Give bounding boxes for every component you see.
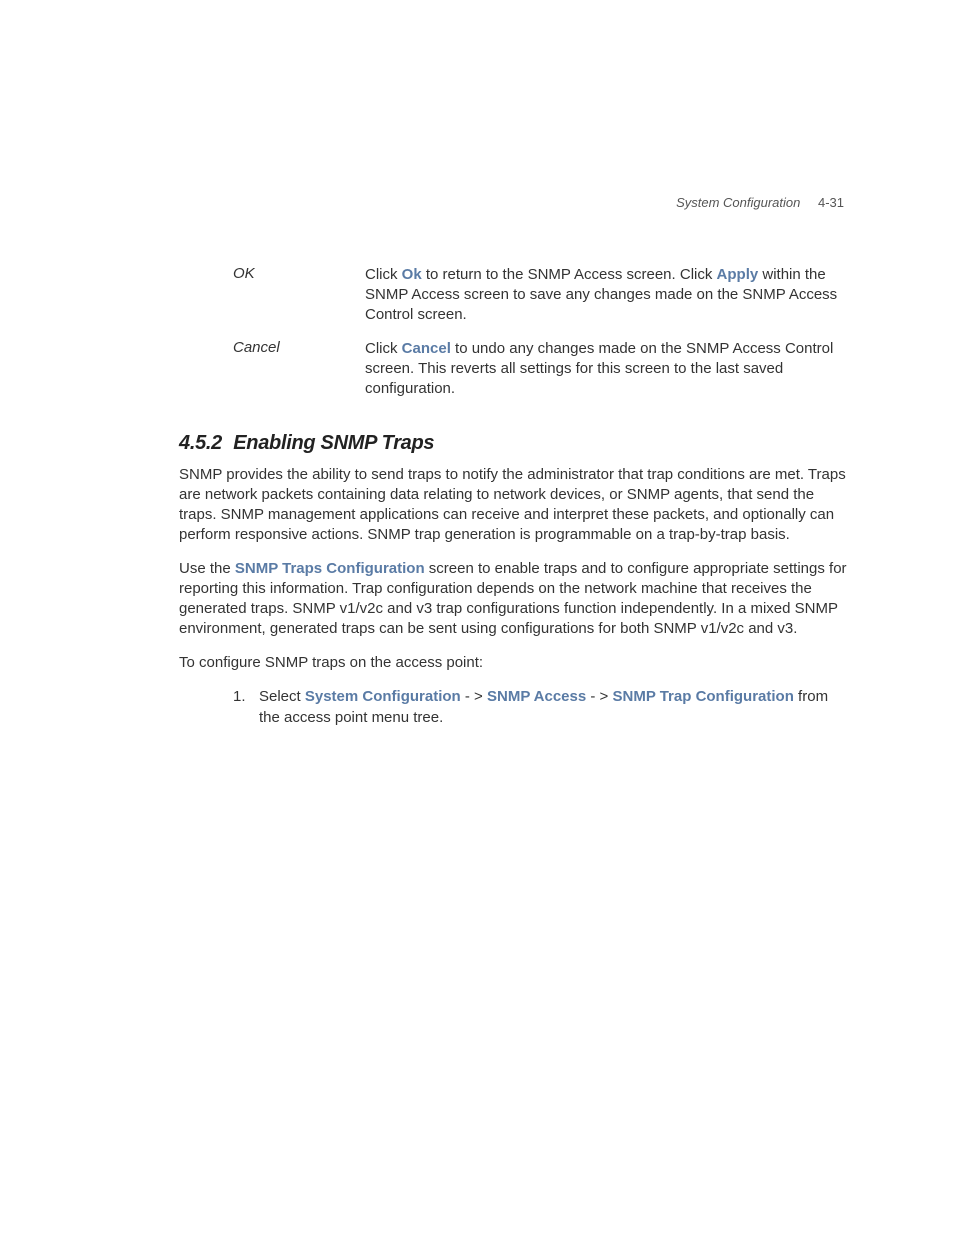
definition-term: OK <box>233 265 365 325</box>
apply-link[interactable]: Apply <box>717 266 759 283</box>
page-content: OK Click Ok to return to the SNMP Access… <box>179 265 849 728</box>
definition-table: OK Click Ok to return to the SNMP Access… <box>233 265 849 400</box>
header-section-name: System Configuration <box>676 195 800 210</box>
text: Click <box>365 266 402 283</box>
step-number: 1. <box>233 687 259 727</box>
snmp-trap-configuration-link[interactable]: SNMP Trap Configuration <box>612 688 793 705</box>
definition-row-cancel: Cancel Click Cancel to undo any changes … <box>233 339 849 399</box>
cancel-link[interactable]: Cancel <box>402 340 451 357</box>
paragraph: To configure SNMP traps on the access po… <box>179 653 849 673</box>
definition-description: Click Ok to return to the SNMP Access sc… <box>365 265 849 325</box>
header-page-number: 4-31 <box>818 195 844 210</box>
step-list: 1. Select System Configuration - > SNMP … <box>233 687 849 727</box>
definition-term: Cancel <box>233 339 365 399</box>
section-number: 4.5.2 <box>179 432 222 454</box>
snmp-traps-configuration-link[interactable]: SNMP Traps Configuration <box>235 560 425 577</box>
system-configuration-link[interactable]: System Configuration <box>305 688 461 705</box>
ok-link[interactable]: Ok <box>402 266 422 283</box>
paragraph: SNMP provides the ability to send traps … <box>179 465 849 545</box>
text: Select <box>259 688 305 705</box>
text: Use the <box>179 560 235 577</box>
snmp-access-link[interactable]: SNMP Access <box>487 688 586 705</box>
step-item: 1. Select System Configuration - > SNMP … <box>233 687 849 727</box>
page-header: System Configuration 4-31 <box>676 195 844 210</box>
step-body: Select System Configuration - > SNMP Acc… <box>259 687 849 727</box>
text: to return to the SNMP Access screen. Cli… <box>422 266 717 283</box>
section-heading: 4.5.2 Enabling SNMP Traps <box>179 432 849 455</box>
text: - > <box>586 688 612 705</box>
text: Click <box>365 340 402 357</box>
definition-description: Click Cancel to undo any changes made on… <box>365 339 849 399</box>
section-title: Enabling SNMP Traps <box>233 432 434 454</box>
text: - > <box>461 688 487 705</box>
definition-row-ok: OK Click Ok to return to the SNMP Access… <box>233 265 849 325</box>
paragraph: Use the SNMP Traps Configuration screen … <box>179 559 849 639</box>
